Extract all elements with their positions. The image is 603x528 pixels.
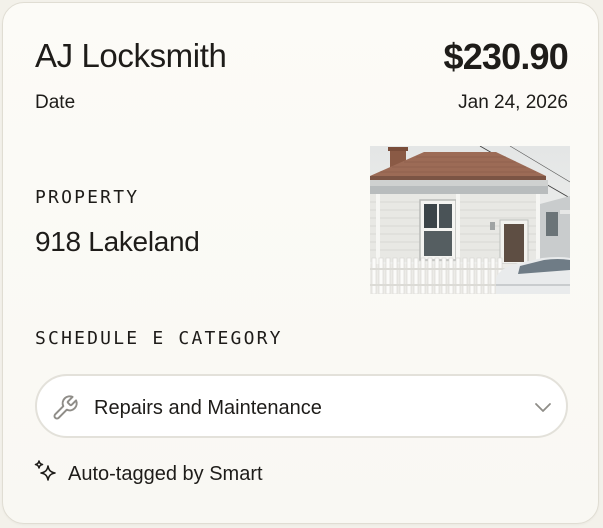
property-photo [370, 146, 570, 294]
wrench-icon [51, 394, 79, 427]
chevron-down-icon [534, 400, 552, 419]
property-name: 918 Lakeland [35, 226, 200, 257]
selected-category: Repairs and Maintenance [94, 397, 322, 419]
auto-tag-note: Auto-tagged by Smart [33, 459, 263, 490]
transaction-card: AJ Locksmith $230.90 Date Jan 24, 2026 P… [2, 2, 599, 524]
schedule-e-label: SCHEDULE E CATEGORY [35, 328, 283, 349]
sparkle-icon [33, 459, 59, 490]
auto-tag-text: Auto-tagged by Smart [68, 462, 263, 485]
date-value: Jan 24, 2026 [458, 92, 568, 113]
transaction-amount: $230.90 [443, 36, 568, 77]
schedule-e-category-select[interactable]: Repairs and Maintenance [35, 374, 568, 438]
date-label: Date [35, 92, 76, 113]
vendor-name: AJ Locksmith [35, 37, 227, 74]
property-label: PROPERTY [35, 187, 140, 208]
